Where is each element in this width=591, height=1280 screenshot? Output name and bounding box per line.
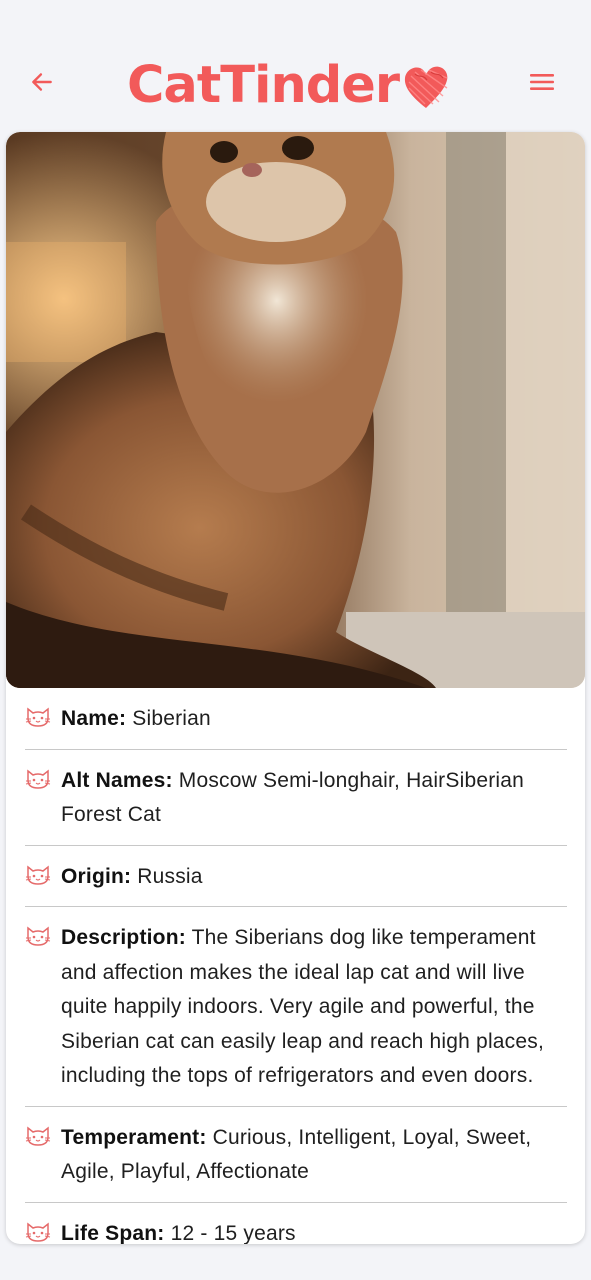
info-row-life-span: Life Span: 12 - 15 years [25, 1203, 567, 1245]
info-row-alt-names: Alt Names: Moscow Semi-longhair, HairSib… [25, 750, 567, 846]
heart-icon [403, 66, 449, 110]
life-span-label: Life Span: [61, 1221, 165, 1245]
info-row-description: Description: The Siberians dog like temp… [25, 907, 567, 1107]
back-button[interactable] [22, 64, 62, 104]
info-row-temperament: Temperament: Curious, Intelligent, Loyal… [25, 1107, 567, 1203]
breed-info-list: Name: Siberian Alt Names: Moscow Semi-lo… [6, 688, 585, 1244]
name-value: Siberian [132, 707, 211, 730]
info-row-origin: Origin: Russia [25, 846, 567, 907]
name-label: Name: [61, 707, 127, 730]
app-title: CatTinder [127, 55, 400, 115]
info-row-name: Name: Siberian [25, 688, 567, 750]
cat-face-icon [25, 702, 61, 737]
cat-photo [6, 132, 585, 688]
cat-face-icon [25, 1217, 61, 1245]
temperament-label: Temperament: [61, 1125, 207, 1149]
cat-face-icon [25, 1121, 61, 1190]
arrow-left-icon [29, 69, 55, 99]
life-span-value: 12 - 15 years [170, 1221, 296, 1245]
hamburger-menu-icon [529, 71, 555, 97]
description-label: Description: [61, 926, 186, 949]
description-value: The Siberians dog like temperament and a… [61, 926, 544, 1087]
app-header: CatTinder [0, 50, 591, 120]
origin-value: Russia [137, 864, 203, 888]
breed-card: Name: Siberian Alt Names: Moscow Semi-lo… [6, 132, 585, 1244]
menu-button[interactable] [522, 64, 562, 104]
app-logo: CatTinder [127, 50, 449, 120]
cat-face-icon [25, 764, 61, 833]
origin-label: Origin: [61, 864, 132, 888]
cat-face-icon [25, 921, 61, 1094]
alt-names-label: Alt Names: [61, 768, 173, 792]
cat-face-icon [25, 860, 61, 895]
